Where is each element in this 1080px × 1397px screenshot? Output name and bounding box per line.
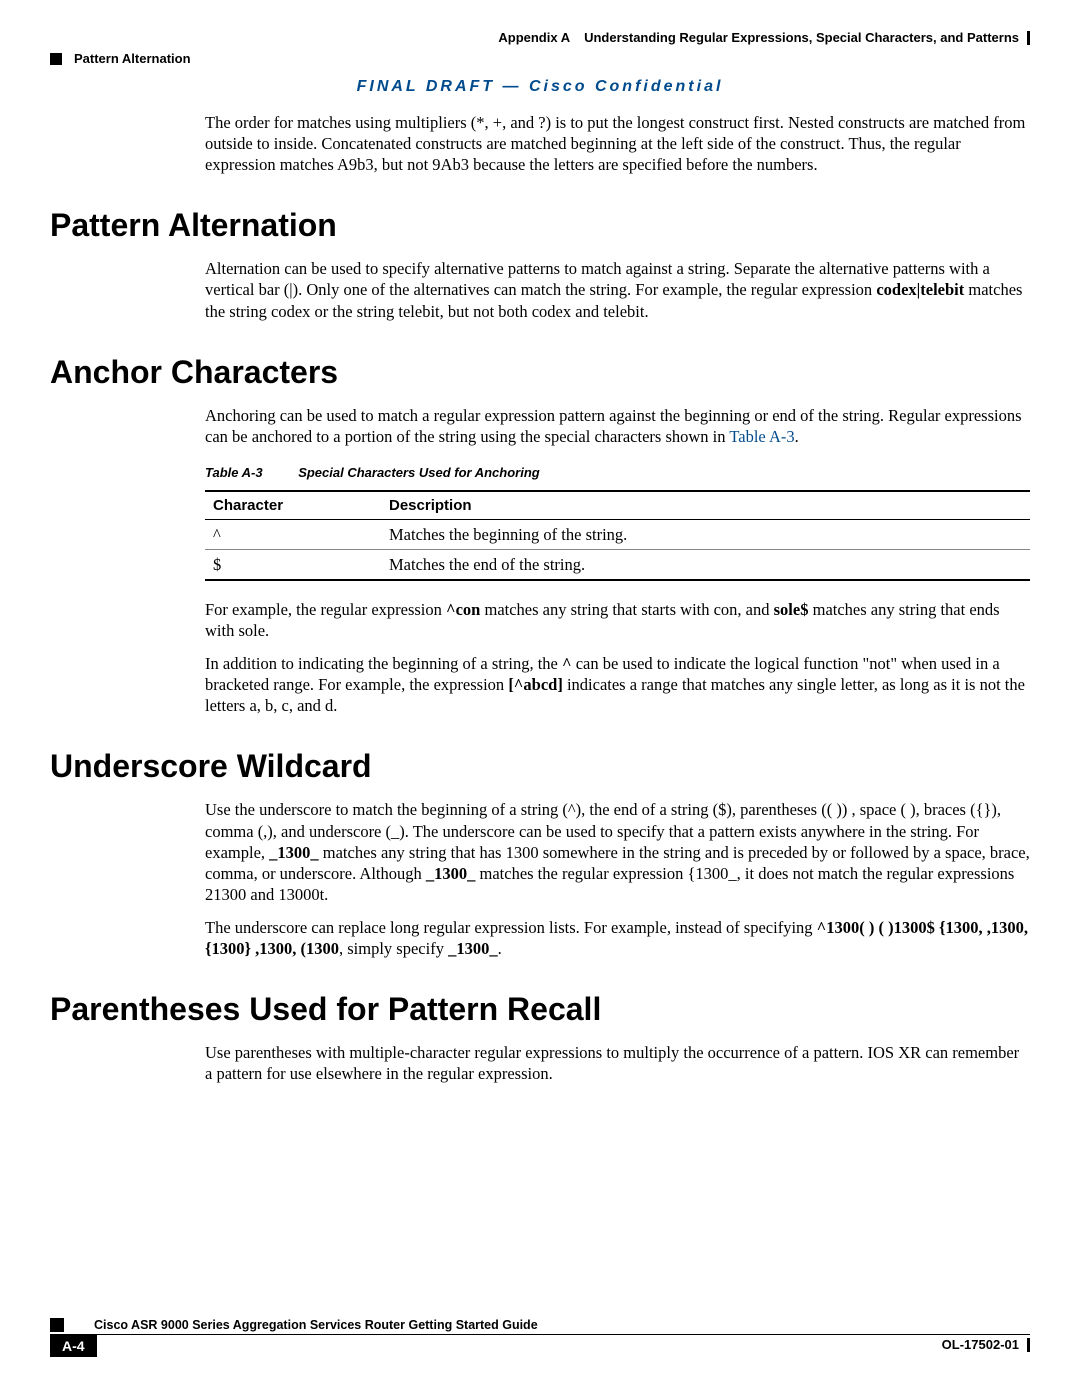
draft-watermark: FINAL DRAFT — Cisco Confidential (50, 78, 1030, 96)
table-row: $ Matches the end of the string. (205, 549, 1030, 580)
table-cell-character: $ (205, 549, 381, 580)
page-number: A-4 (50, 1335, 97, 1357)
text-segment: , simply specify (339, 939, 448, 958)
heading-parentheses-recall: Parentheses Used for Pattern Recall (50, 991, 1030, 1028)
heading-anchor-characters: Anchor Characters (50, 354, 1030, 391)
table-caption: Table A-3 Special Characters Used for An… (205, 465, 1030, 482)
header-divider (1027, 31, 1030, 45)
anchor-paragraph-2: For example, the regular expression ^con… (205, 599, 1030, 641)
parentheses-paragraph: Use parentheses with multiple-character … (205, 1042, 1030, 1084)
text-segment: Alternation can be used to specify alter… (205, 259, 990, 299)
code-expression: codex|telebit (876, 280, 964, 299)
table-cell-description: Matches the beginning of the string. (381, 519, 1030, 549)
code-expression: _1300_ (448, 939, 498, 958)
text-segment: matches any string that starts with con,… (480, 600, 773, 619)
footer-doc-title: Cisco ASR 9000 Series Aggregation Servic… (94, 1318, 538, 1332)
page-footer: Cisco ASR 9000 Series Aggregation Servic… (50, 1318, 1030, 1357)
table-cell-description: Matches the end of the string. (381, 549, 1030, 580)
alternation-paragraph: Alternation can be used to specify alter… (205, 258, 1030, 321)
table-header-row: Character Description (205, 491, 1030, 520)
section-label: Pattern Alternation (74, 51, 191, 66)
anchor-paragraph-3: In addition to indicating the beginning … (205, 653, 1030, 716)
header-section: Pattern Alternation (50, 51, 1030, 66)
code-expression: sole$ (774, 600, 809, 619)
table-header-description: Description (381, 491, 1030, 520)
footer-square-icon (50, 1318, 64, 1332)
anchor-characters-table: Character Description ^ Matches the begi… (205, 490, 1030, 581)
footer-doc-id: OL-17502-01 (942, 1337, 1019, 1352)
text-segment: . (498, 939, 502, 958)
text-segment: . (795, 427, 799, 446)
appendix-title: Understanding Regular Expressions, Speci… (584, 30, 1019, 45)
code-expression: _1300_ (426, 864, 476, 883)
text-segment: For example, the regular expression (205, 600, 446, 619)
code-expression: [^abcd] (508, 675, 563, 694)
anchor-paragraph-1: Anchoring can be used to match a regular… (205, 405, 1030, 447)
code-expression: _1300_ (269, 843, 319, 862)
footer-divider (1027, 1338, 1030, 1352)
table-header-character: Character (205, 491, 381, 520)
table-caption-label: Table A-3 (205, 465, 263, 480)
text-segment: Anchoring can be used to match a regular… (205, 406, 1022, 446)
header-appendix: Appendix A Understanding Regular Express… (50, 30, 1030, 45)
table-reference-link[interactable]: Table A-3 (729, 427, 794, 446)
appendix-label: Appendix A (498, 30, 569, 45)
code-expression: ^ (562, 654, 572, 673)
text-segment: In addition to indicating the beginning … (205, 654, 562, 673)
header-square-icon (50, 53, 62, 65)
table-caption-title: Special Characters Used for Anchoring (298, 465, 540, 480)
heading-underscore-wildcard: Underscore Wildcard (50, 748, 1030, 785)
table-row: ^ Matches the beginning of the string. (205, 519, 1030, 549)
text-segment: The underscore can replace long regular … (205, 918, 817, 937)
underscore-paragraph-1: Use the underscore to match the beginnin… (205, 799, 1030, 905)
table-cell-character: ^ (205, 519, 381, 549)
intro-paragraph: The order for matches using multipliers … (205, 112, 1030, 175)
underscore-paragraph-2: The underscore can replace long regular … (205, 917, 1030, 959)
code-expression: ^con (446, 600, 480, 619)
heading-pattern-alternation: Pattern Alternation (50, 207, 1030, 244)
